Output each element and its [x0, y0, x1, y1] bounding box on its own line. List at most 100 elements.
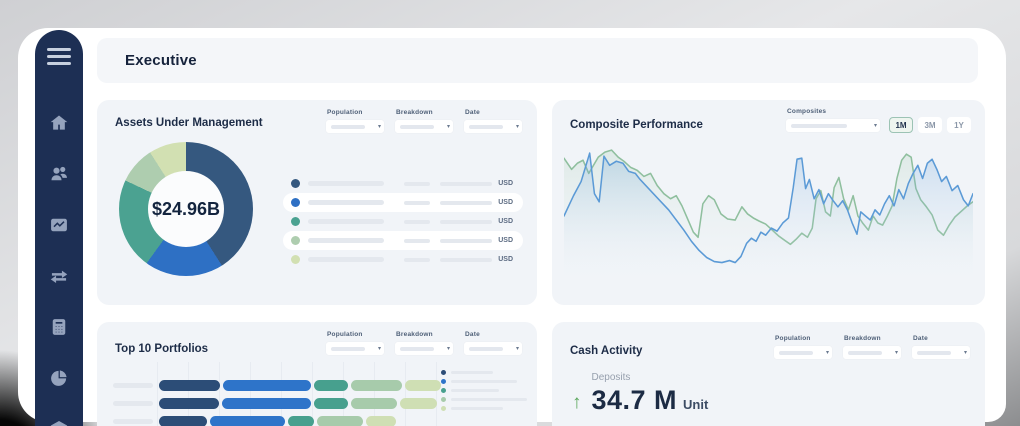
sidebar-item-reports[interactable]: [48, 214, 70, 236]
legend-dot: [441, 388, 446, 393]
calculator-icon: [49, 317, 69, 337]
legend-dot: [441, 370, 446, 375]
filter-group: Population ▾: [325, 331, 385, 356]
sidebar-item-transfers[interactable]: [48, 265, 70, 287]
chevron-down-icon: ▾: [378, 124, 381, 130]
legend-value-placeholder: [440, 182, 492, 186]
legend-dot: [291, 255, 300, 264]
aum-donut-chart: $24.96B: [119, 142, 253, 276]
select-placeholder: [469, 347, 503, 351]
legend-value-placeholder: [404, 220, 430, 224]
legend-dot: [441, 379, 446, 384]
legend-name-placeholder: [308, 200, 384, 205]
card-top10-portfolios: Top 10 Portfolios Population▾Breakdown▾D…: [97, 322, 537, 426]
chart-image-icon: [49, 215, 69, 235]
period-button-1m[interactable]: 1M: [889, 117, 913, 133]
legend-row[interactable]: USD: [283, 212, 523, 231]
portfolio-bar-row[interactable]: [113, 398, 437, 409]
filter-label: Breakdown: [396, 331, 454, 338]
cash-filters: Population ▾ Breakdown ▾ Date ▾: [773, 335, 971, 360]
legend-name-placeholder: [451, 380, 517, 383]
legend-name-placeholder: [451, 407, 503, 410]
deposits-metric: ↑ Deposits 34.7 M Unit: [572, 372, 708, 416]
card-cash-activity: Cash Activity Population▾Breakdown▾Date▾…: [552, 322, 985, 426]
filter-label: Population: [775, 335, 833, 342]
filter-select[interactable]: ▾: [842, 345, 902, 360]
filter-group: Population ▾: [325, 109, 385, 134]
sidebar-item-layers[interactable]: [48, 418, 70, 426]
filter-label: Population: [327, 331, 385, 338]
legend-item: [441, 404, 527, 413]
currency-label: USD: [498, 199, 513, 206]
legend-item: [441, 386, 527, 395]
bar-segment: [317, 416, 363, 426]
legend-row[interactable]: USD: [283, 231, 523, 250]
filter-select[interactable]: ▾: [394, 119, 454, 134]
legend-value-placeholder: [404, 182, 430, 186]
select-placeholder: [791, 124, 847, 128]
sidebar-item-analytics[interactable]: [48, 367, 70, 389]
filter-group: Breakdown ▾: [394, 331, 454, 356]
aum-filters: Population▾Breakdown▾Date▾: [325, 109, 523, 134]
filter-select[interactable]: ▾: [463, 119, 523, 134]
pie-chart-icon: [49, 368, 69, 388]
sidebar-item-clients[interactable]: [48, 163, 70, 185]
legend-row[interactable]: USD: [283, 193, 523, 212]
filter-label: Population: [327, 109, 385, 116]
transfer-arrows-icon: [49, 266, 69, 286]
select-placeholder: [331, 125, 365, 129]
legend-dot: [291, 236, 300, 245]
menu-icon[interactable]: [47, 48, 71, 65]
header-bar: Executive: [97, 38, 978, 83]
app-window: Executive Assets Under Management Popula…: [18, 28, 1006, 422]
bar-segment: [159, 380, 220, 391]
bar-segment: [366, 416, 396, 426]
sidebar-item-calculator[interactable]: [48, 316, 70, 338]
legend-name-placeholder: [308, 238, 384, 243]
bar-segment: [159, 416, 207, 426]
legend-row[interactable]: USD: [283, 174, 523, 193]
bar-segment: [222, 398, 311, 409]
chevron-down-icon: ▾: [964, 350, 967, 356]
filter-label: Date: [465, 331, 523, 338]
bar-segment: [223, 380, 311, 391]
filter-select[interactable]: ▾: [325, 119, 385, 134]
chevron-down-icon: ▾: [516, 346, 519, 352]
filter-select[interactable]: ▾: [463, 341, 523, 356]
period-button-1y[interactable]: 1Y: [947, 117, 971, 133]
users-icon: [49, 164, 69, 184]
filter-select[interactable]: ▾: [394, 341, 454, 356]
filter-label: Date: [465, 109, 523, 116]
home-icon: [49, 113, 69, 133]
portfolio-bar-row[interactable]: [113, 380, 437, 391]
filter-group: Breakdown ▾: [842, 335, 902, 360]
portfolio-filters: Population ▾ Breakdown ▾ Date ▾: [325, 331, 523, 356]
legend-value-placeholder: [404, 258, 430, 262]
filter-select[interactable]: ▾: [325, 341, 385, 356]
legend-value-placeholder: [404, 239, 430, 243]
filter-group: Breakdown▾: [394, 109, 454, 134]
composites-filter: Composites ▾: [785, 108, 881, 133]
filter-label: Composites: [787, 108, 881, 115]
currency-label: USD: [498, 237, 513, 244]
filter-group: Date ▾: [911, 335, 971, 360]
legend-dot: [291, 198, 300, 207]
bar-stack: [159, 380, 441, 391]
select-placeholder: [848, 351, 882, 355]
chevron-down-icon: ▾: [447, 124, 450, 130]
portfolio-legend: [441, 368, 527, 413]
portfolio-bar-row[interactable]: [113, 416, 437, 426]
legend-row[interactable]: USD: [283, 250, 523, 269]
legend-dot: [291, 179, 300, 188]
filter-select[interactable]: ▾: [911, 345, 971, 360]
filter-label: Date: [913, 335, 971, 342]
composite-line-chart[interactable]: [564, 143, 973, 295]
legend-name-placeholder: [308, 257, 384, 262]
period-button-3m[interactable]: 3M: [918, 117, 942, 133]
sidebar-item-home[interactable]: [48, 112, 70, 134]
filter-select[interactable]: ▾: [773, 345, 833, 360]
main-content: Executive Assets Under Management Popula…: [97, 38, 988, 422]
composites-select[interactable]: ▾: [785, 118, 881, 133]
filter-label: Breakdown: [844, 335, 902, 342]
legend-value-placeholder: [440, 258, 492, 262]
